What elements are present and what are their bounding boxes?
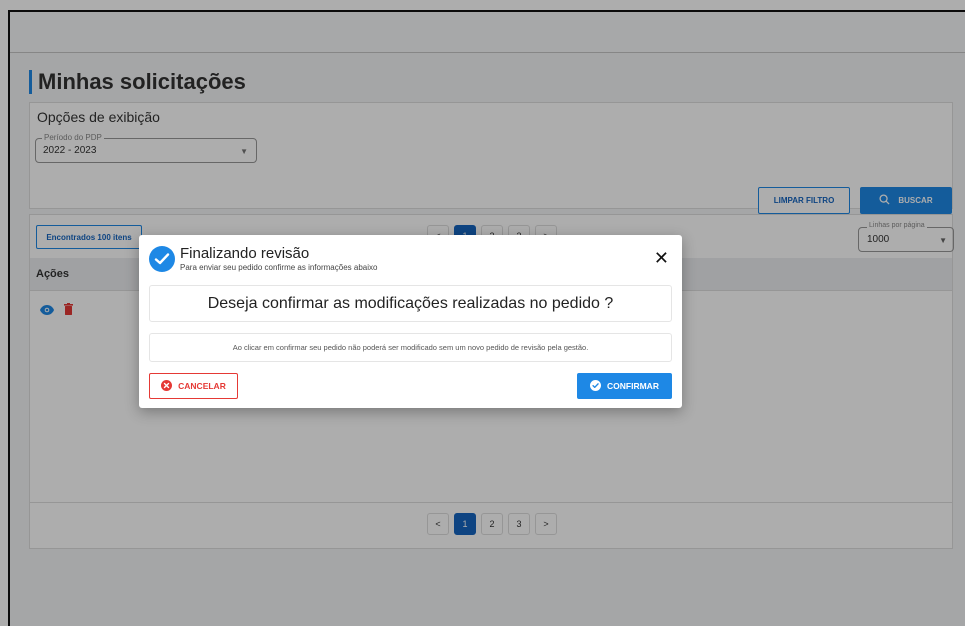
check-circle-icon [149, 246, 175, 272]
dialog-question: Deseja confirmar as modificações realiza… [149, 285, 672, 322]
dialog-title: Finalizando revisão [180, 245, 310, 262]
cancel-circle-icon [161, 379, 173, 393]
cancel-button[interactable]: CANCELAR [149, 373, 238, 399]
close-icon[interactable]: ✕ [654, 249, 669, 267]
check-circle-icon [590, 379, 602, 393]
dialog-note: Ao clicar em confirmar seu pedido não po… [149, 333, 672, 362]
confirm-label: CONFIRMAR [607, 381, 659, 391]
confirm-dialog: Finalizando revisão Para enviar seu pedi… [139, 235, 682, 408]
dialog-subtitle: Para enviar seu pedido confirme as infor… [180, 263, 378, 272]
confirm-button[interactable]: CONFIRMAR [577, 373, 672, 399]
cancel-label: CANCELAR [178, 381, 226, 391]
